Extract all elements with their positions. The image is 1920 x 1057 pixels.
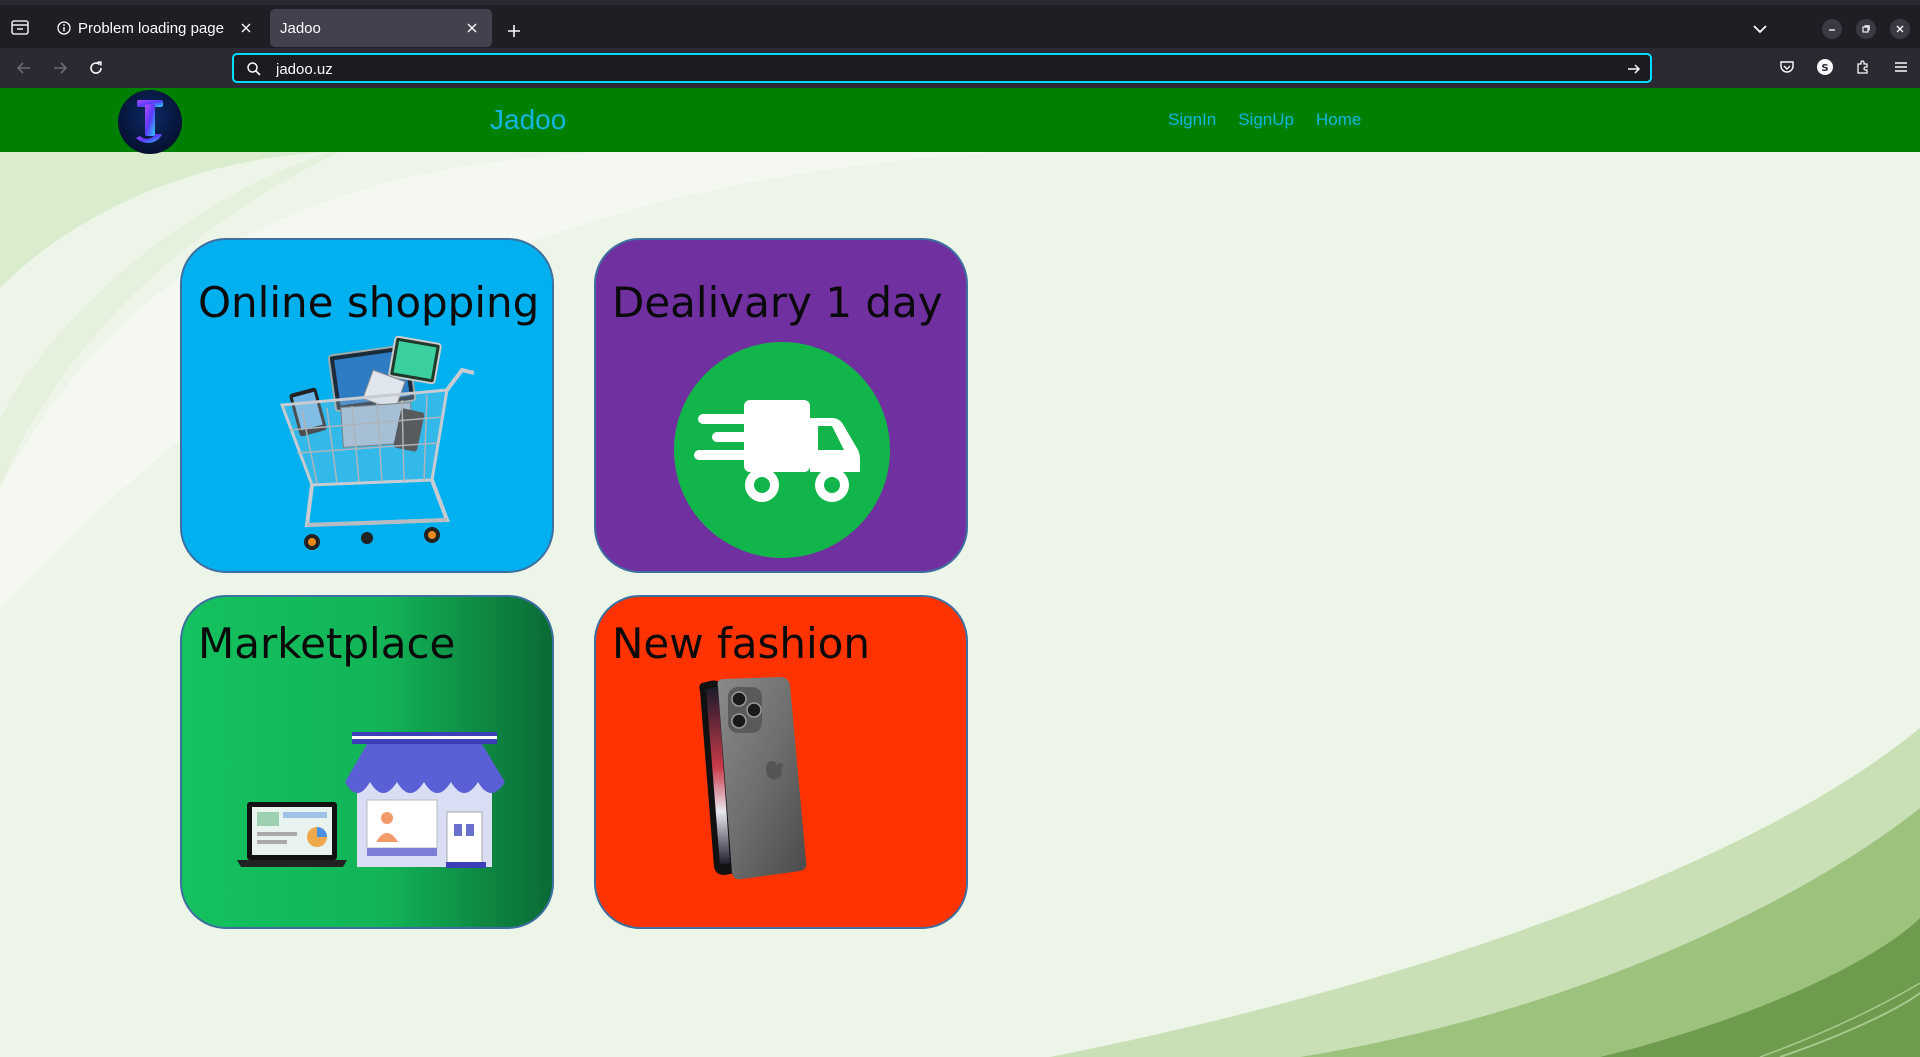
close-window-icon[interactable]: [1890, 19, 1910, 39]
site-header: Jadoo SignIn SignUp Home: [0, 88, 1920, 154]
nav-link-signin[interactable]: SignIn: [1168, 110, 1216, 130]
chevron-down-icon[interactable]: [1750, 19, 1770, 39]
smartphone-image: [699, 677, 807, 880]
page-viewport: Jadoo SignIn SignUp Home Online shopping: [0, 88, 1920, 1057]
go-arrow-icon[interactable]: [1626, 61, 1642, 77]
account-icon[interactable]: S: [1814, 56, 1836, 78]
navigation-toolbar: S: [0, 48, 1920, 88]
address-bar[interactable]: [232, 53, 1652, 83]
card-new-fashion[interactable]: New fashion: [594, 595, 968, 929]
pocket-icon[interactable]: [1776, 56, 1798, 78]
reload-icon[interactable]: [84, 56, 108, 80]
url-input[interactable]: [276, 58, 1576, 80]
extensions-icon[interactable]: [1852, 56, 1874, 78]
tab-label: Jadoo: [280, 19, 321, 37]
forward-arrow-icon[interactable]: [48, 56, 72, 80]
window-controls: [1822, 19, 1910, 39]
card-title: Marketplace: [198, 619, 456, 668]
nav-link-home[interactable]: Home: [1316, 110, 1361, 130]
delivery-truck-icon: [674, 342, 890, 558]
close-icon[interactable]: [238, 20, 254, 36]
marketplace-store-laptop: [237, 732, 505, 868]
restore-icon[interactable]: [1856, 19, 1876, 39]
tab-bar: Problem loading page Jadoo: [0, 0, 1920, 48]
nav-link-signup[interactable]: SignUp: [1238, 110, 1294, 130]
card-marketplace[interactable]: Marketplace: [180, 595, 554, 929]
tab-label: Problem loading page: [78, 19, 224, 37]
card-title: Dealivary 1 day: [612, 278, 943, 327]
shopping-cart-electronics: [279, 335, 475, 550]
tab-jadoo[interactable]: Jadoo: [270, 9, 492, 47]
card-title: New fashion: [612, 619, 870, 668]
new-tab-plus-icon[interactable]: [502, 19, 526, 43]
back-arrow-icon[interactable]: [12, 56, 36, 80]
toolbar-right: S: [1776, 56, 1912, 78]
card-delivery[interactable]: Dealivary 1 day: [594, 238, 968, 573]
minimize-icon[interactable]: [1822, 19, 1842, 39]
menu-hamburger-icon[interactable]: [1890, 56, 1912, 78]
jadoo-logo[interactable]: [118, 90, 182, 154]
firefox-view-icon[interactable]: [8, 15, 32, 39]
site-title[interactable]: Jadoo: [490, 104, 566, 136]
svg-text:S: S: [1821, 63, 1828, 74]
search-icon: [246, 61, 262, 77]
site-nav: SignIn SignUp Home: [1168, 110, 1361, 130]
close-icon[interactable]: [464, 20, 480, 36]
card-title: Online shopping: [198, 278, 540, 327]
tab-problem-loading[interactable]: Problem loading page: [44, 9, 266, 47]
info-icon: [56, 20, 72, 36]
card-online-shopping[interactable]: Online shopping: [180, 238, 554, 573]
